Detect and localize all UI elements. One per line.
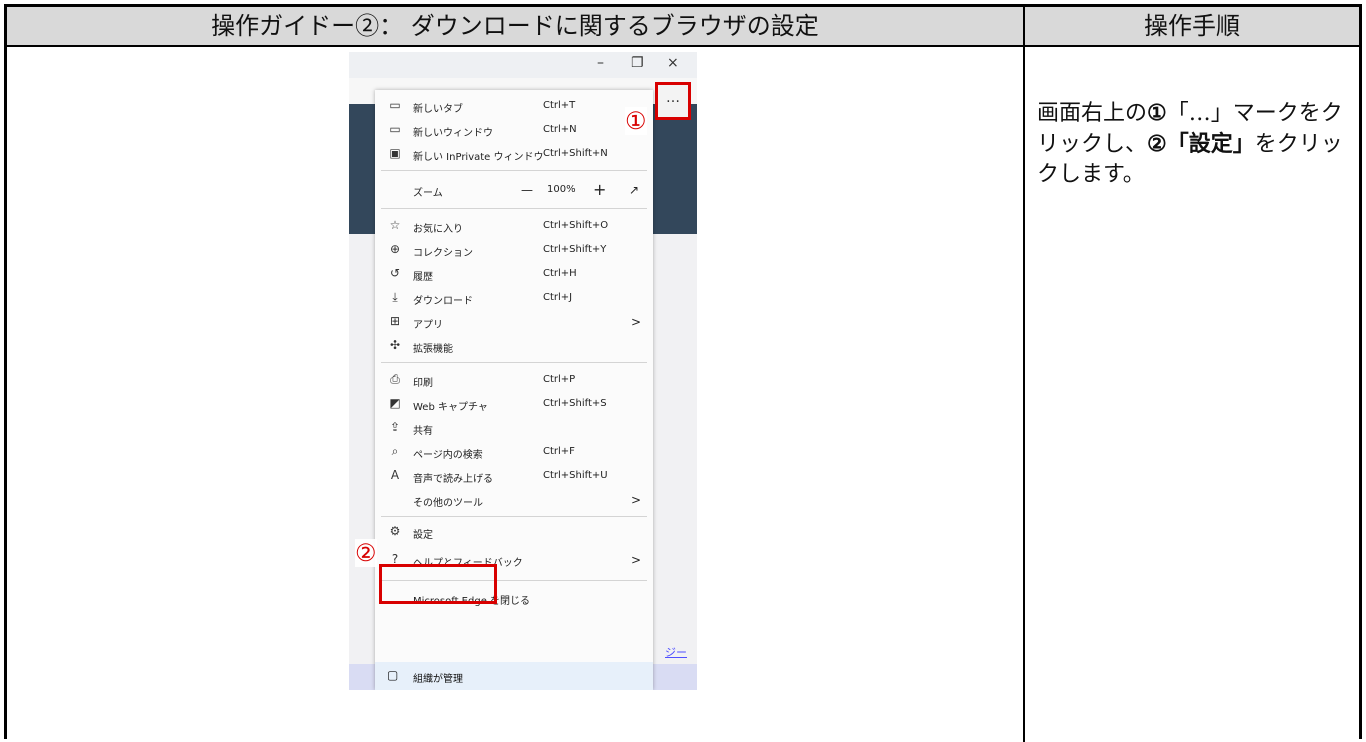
- column-divider: [1023, 7, 1025, 742]
- menu-label: ページ内の検索: [413, 450, 483, 461]
- briefcase-icon: ▢: [387, 668, 399, 682]
- chevron-right-icon: >: [631, 553, 642, 567]
- step-number-1: ①: [1147, 100, 1167, 126]
- privacy-link[interactable]: ジー: [665, 644, 687, 660]
- menu-separator: [381, 516, 647, 517]
- menu-separator: [381, 170, 647, 171]
- chevron-right-icon: >: [631, 315, 642, 329]
- menu-item-find[interactable]: ⌕ ページ内の検索 Ctrl+F: [375, 442, 653, 464]
- guide-title: 操作ガイドー②： ダウンロードに関するブラウザの設定: [211, 12, 819, 40]
- menu-label: 音声で読み上げる: [413, 474, 493, 485]
- menu-shortcut: Ctrl+P: [543, 374, 576, 385]
- menu-item-new-window[interactable]: ▭ 新しいウィンドウ Ctrl+N: [375, 120, 653, 142]
- inprivate-icon: ▣: [389, 146, 401, 160]
- menu-item-new-tab[interactable]: ▭ 新しいタブ Ctrl+T: [375, 96, 653, 118]
- menu-item-extensions[interactable]: ✣ 拡張機能: [375, 336, 653, 358]
- print-icon: ⎙: [390, 372, 400, 386]
- read-aloud-icon: A: [390, 468, 400, 482]
- settings-highlight-box: [379, 564, 497, 604]
- menu-item-favorites[interactable]: ☆ お気に入り Ctrl+Shift+O: [375, 216, 653, 238]
- menu-shortcut: Ctrl+Shift+U: [543, 470, 608, 481]
- menu-label: 拡張機能: [413, 344, 453, 355]
- menu-item-web-capture[interactable]: ◩ Web キャプチャ Ctrl+Shift+S: [375, 394, 653, 416]
- menu-label: Web キャプチャ: [413, 402, 488, 413]
- fullscreen-icon[interactable]: ↗: [629, 183, 639, 197]
- apps-icon: ⊞: [389, 314, 401, 328]
- menu-separator: [381, 362, 647, 363]
- download-icon: ⤓: [392, 290, 398, 304]
- menu-label: アプリ: [413, 320, 443, 331]
- collections-icon: ⊕: [389, 242, 401, 256]
- minimize-icon[interactable]: –: [597, 55, 604, 71]
- menu-label: 履歴: [413, 272, 433, 283]
- share-icon: ⇪: [389, 420, 401, 434]
- menu-label: 設定: [413, 530, 433, 541]
- menu-label: 共有: [413, 426, 433, 437]
- menu-label: 印刷: [413, 378, 433, 389]
- favorites-icon: ☆: [389, 218, 401, 232]
- menu-shortcut: Ctrl+H: [543, 268, 577, 279]
- menu-shortcut: Ctrl+F: [543, 446, 575, 457]
- window-icon: ▭: [389, 122, 401, 136]
- menu-label: その他のツール: [413, 498, 483, 509]
- more-options-button[interactable]: …: [655, 82, 691, 120]
- menu-shortcut: Ctrl+Shift+O: [543, 220, 609, 231]
- zoom-out-button[interactable]: —: [521, 183, 533, 197]
- table-header: 操作ガイドー②： ダウンロードに関するブラウザの設定 操作手順: [7, 7, 1359, 47]
- menu-shortcut: Ctrl+Shift+S: [543, 398, 607, 409]
- capture-icon: ◩: [389, 396, 401, 410]
- menu-shortcut: Ctrl+J: [543, 292, 573, 303]
- menu-item-collections[interactable]: ⊕ コレクション Ctrl+Shift+Y: [375, 240, 653, 262]
- callout-1: ①: [625, 107, 647, 135]
- browser-screenshot: – ❐ × ジー … ▭ 新しいタブ Ctrl+T ▭ 新しいウィンドウ Ctr…: [349, 52, 697, 690]
- menu-item-downloads[interactable]: ⤓ ダウンロード Ctrl+J: [375, 288, 653, 310]
- step-number-2: ②: [1147, 131, 1167, 157]
- instruction-text: 画面右上の①「…」マークをクリックし、②「設定」をクリックします。: [1037, 98, 1349, 190]
- menu-item-apps[interactable]: ⊞ アプリ >: [375, 312, 653, 334]
- menu-item-history[interactable]: ↺ 履歴 Ctrl+H: [375, 264, 653, 286]
- menu-item-inprivate[interactable]: ▣ 新しい InPrivate ウィンドウ Ctrl+Shift+N: [375, 144, 653, 166]
- menu-shortcut: Ctrl+Shift+Y: [543, 244, 607, 255]
- menu-label: お気に入り: [413, 224, 463, 235]
- zoom-in-button[interactable]: +: [593, 180, 606, 199]
- menu-item-managed[interactable]: ▢ 組織が管理: [375, 662, 653, 690]
- menu-label: 新しい InPrivate ウィンドウ: [413, 152, 544, 163]
- settings-icon: ⚙: [389, 524, 401, 538]
- close-icon[interactable]: ×: [667, 55, 679, 71]
- tab-icon: ▭: [389, 98, 401, 112]
- menu-item-more-tools[interactable]: その他のツール >: [375, 490, 653, 512]
- settings-quote: 「設定」: [1166, 131, 1255, 157]
- menu-item-settings[interactable]: ⚙ 設定: [375, 522, 653, 544]
- extensions-icon: ✣: [389, 338, 401, 352]
- chevron-right-icon: >: [631, 493, 642, 507]
- menu-item-zoom: ズーム — 100% + ↗: [375, 180, 653, 202]
- menu-label: 新しいタブ: [413, 104, 463, 115]
- menu-item-print[interactable]: ⎙ 印刷 Ctrl+P: [375, 370, 653, 392]
- menu-label: ダウンロード: [413, 296, 473, 307]
- menu-label: 組織が管理: [413, 674, 463, 685]
- menu-shortcut: Ctrl+N: [543, 124, 577, 135]
- steps-column-header: 操作手順: [1144, 12, 1240, 40]
- menu-shortcut: Ctrl+T: [543, 100, 576, 111]
- menu-item-read-aloud[interactable]: A 音声で読み上げる Ctrl+Shift+U: [375, 466, 653, 488]
- menu-item-share[interactable]: ⇪ 共有: [375, 418, 653, 440]
- callout-2: ②: [355, 539, 377, 567]
- menu-separator: [381, 208, 647, 209]
- menu-label: コレクション: [413, 248, 473, 259]
- title-bar: – ❐ ×: [349, 52, 697, 78]
- menu-label: ズーム: [413, 188, 443, 199]
- menu-label: 新しいウィンドウ: [413, 128, 493, 139]
- zoom-level: 100%: [547, 184, 576, 195]
- restore-icon[interactable]: ❐: [631, 55, 644, 71]
- history-icon: ↺: [389, 266, 401, 280]
- instruction-part: 画面右上の: [1037, 101, 1148, 126]
- menu-shortcut: Ctrl+Shift+N: [543, 148, 608, 159]
- find-icon: ⌕: [391, 444, 399, 458]
